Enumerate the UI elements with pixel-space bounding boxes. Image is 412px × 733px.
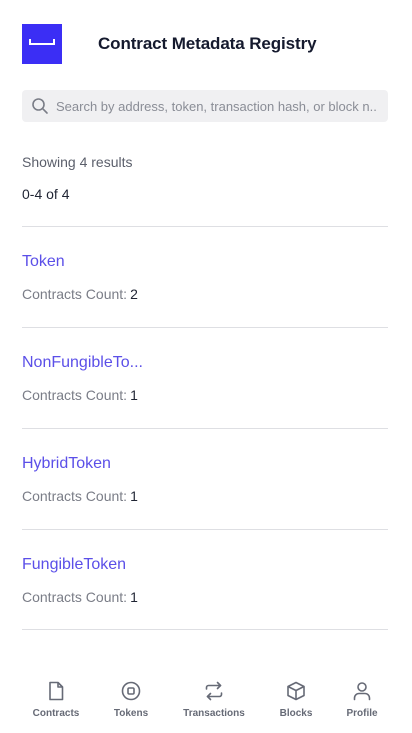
list-item: FungibleToken Contracts Count: 1 [22, 529, 388, 630]
contracts-count-label: Contracts Count: [22, 589, 128, 605]
contracts-count: Contracts Count: 1 [22, 589, 138, 605]
nav-label: Tokens [113, 708, 149, 719]
contracts-count-label: Contracts Count: [22, 488, 128, 504]
nav-label: Blocks [279, 708, 313, 719]
nav-label: Contracts [32, 708, 80, 719]
logo-tick-left [29, 39, 31, 45]
search-icon [32, 98, 48, 114]
nav-tokens[interactable]: Tokens [91, 680, 171, 719]
contracts-count-value: 1 [130, 589, 138, 605]
cube-icon [287, 681, 305, 701]
swap-icon [205, 681, 223, 701]
contracts-count: Contracts Count: 2 [22, 286, 138, 302]
app-logo[interactable] [22, 24, 62, 64]
contract-list: Token Contracts Count: 2 NonFungibleTo...… [22, 226, 388, 630]
nav-profile[interactable]: Profile [322, 680, 402, 719]
contracts-count-value: 1 [130, 488, 138, 504]
user-icon [353, 682, 371, 701]
contract-name-link[interactable]: FungibleToken [22, 556, 126, 574]
list-item: Token Contracts Count: 2 [22, 226, 388, 327]
results-range: 0-4 of 4 [22, 186, 70, 202]
contracts-count-value: 1 [130, 387, 138, 403]
contract-name-link[interactable]: HybridToken [22, 455, 111, 473]
nav-contracts[interactable]: Contracts [16, 680, 96, 719]
file-icon [49, 681, 64, 701]
contracts-count: Contracts Count: 1 [22, 387, 138, 403]
search-input[interactable] [56, 98, 376, 114]
token-icon [121, 681, 141, 701]
contracts-count: Contracts Count: 1 [22, 488, 138, 504]
page-title: Contract Metadata Registry [98, 34, 317, 53]
contract-name-link[interactable]: NonFungibleTo... [22, 354, 143, 372]
contracts-count-value: 2 [130, 286, 138, 302]
nav-label: Profile [346, 708, 378, 719]
search-bar[interactable] [22, 90, 388, 122]
logo-tick-right [53, 39, 55, 45]
nav-transactions[interactable]: Transactions [174, 680, 254, 719]
list-item: NonFungibleTo... Contracts Count: 1 [22, 327, 388, 428]
contracts-count-label: Contracts Count: [22, 286, 128, 302]
nav-label: Transactions [183, 708, 245, 719]
list-item: HybridToken Contracts Count: 1 [22, 428, 388, 529]
logo-bar [29, 43, 55, 45]
bottom-nav: Contracts Tokens Transactions Blocks Pro… [0, 680, 412, 733]
contract-name-link[interactable]: Token [22, 253, 65, 271]
results-summary: Showing 4 results [22, 154, 133, 170]
contracts-count-label: Contracts Count: [22, 387, 128, 403]
app-header: Contract Metadata Registry [22, 24, 388, 64]
